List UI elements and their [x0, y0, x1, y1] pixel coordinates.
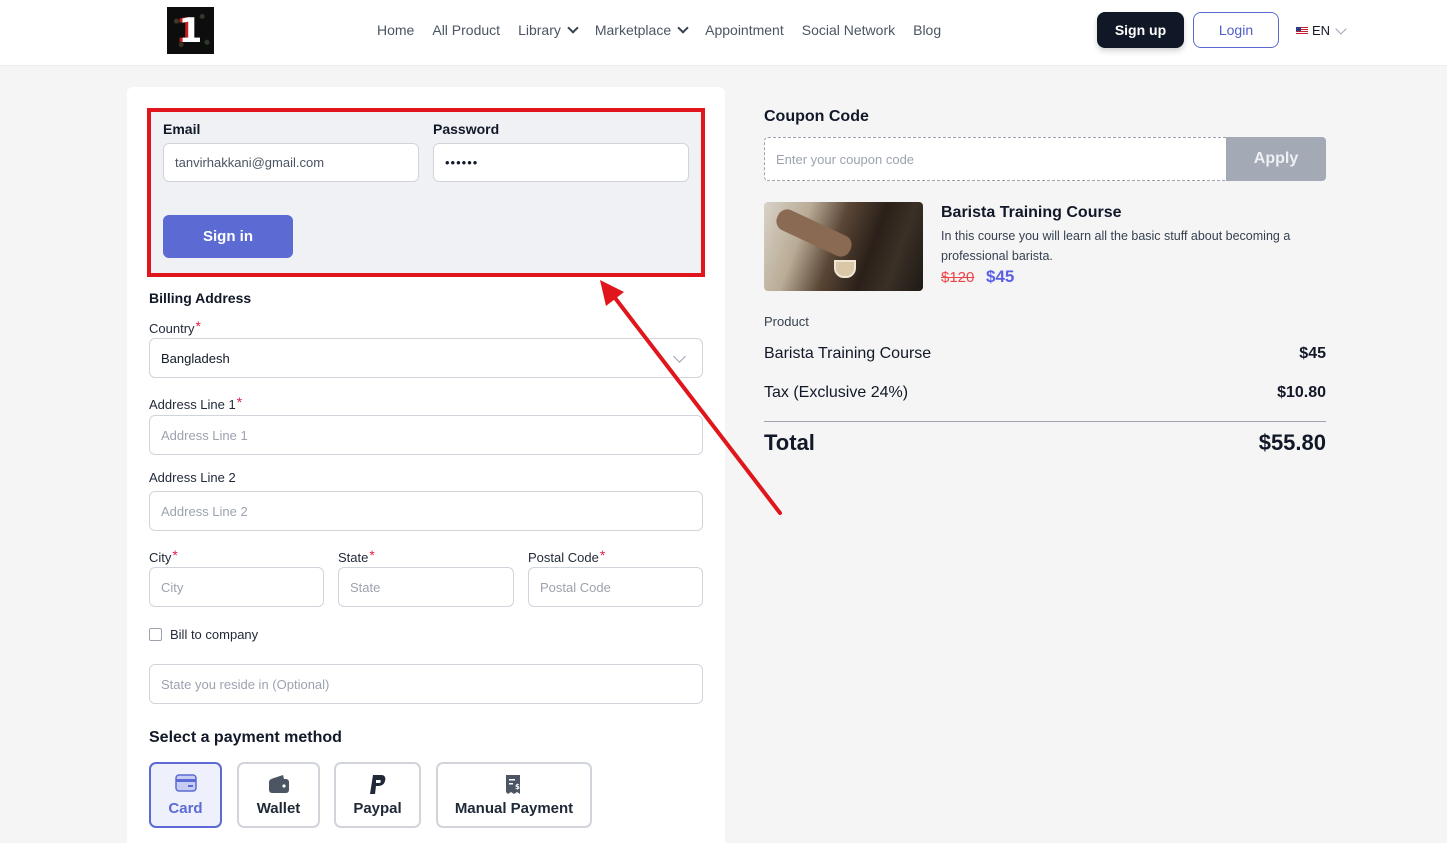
nav-marketplace[interactable]: Marketplace: [594, 21, 689, 38]
payment-manual-option[interactable]: $ Manual Payment: [436, 762, 592, 828]
country-select[interactable]: Bangladesh: [149, 338, 703, 378]
us-flag-icon: [1296, 26, 1308, 35]
chevron-down-icon: [567, 21, 579, 34]
summary-product-label: Product: [764, 314, 809, 329]
address1-input[interactable]: Address Line 1: [149, 415, 703, 455]
reside-state-input[interactable]: State you reside in (Optional): [149, 664, 703, 704]
payment-manual-label: Manual Payment: [454, 800, 574, 817]
receipt-icon: $: [506, 775, 520, 794]
site-header: 1 Home All Product Library Marketplace A…: [0, 0, 1447, 66]
language-label: EN: [1312, 23, 1331, 38]
nav-library[interactable]: Library: [518, 21, 579, 38]
city-label-text: City: [149, 550, 172, 565]
payment-paypal-label: Paypal: [353, 800, 402, 817]
course-sale-price: $45: [986, 267, 1015, 286]
required-mark: *: [236, 394, 243, 410]
login-button[interactable]: Login: [1193, 12, 1279, 48]
logo[interactable]: 1: [167, 7, 214, 54]
course-description: In this course you will learn all the ba…: [941, 229, 1291, 263]
bill-to-company-label: Bill to company: [170, 627, 259, 642]
chevron-down-icon: [1335, 22, 1347, 35]
paypal-icon: [369, 775, 385, 794]
state-input[interactable]: State: [338, 567, 514, 607]
signup-button[interactable]: Sign up: [1097, 12, 1184, 48]
summary-item-name: Barista Training Course: [764, 345, 932, 362]
password-field[interactable]: ••••••: [433, 143, 689, 182]
bill-to-company-checkbox[interactable]: [149, 628, 162, 641]
card-icon: [174, 774, 197, 792]
country-value: Bangladesh: [161, 350, 230, 366]
apply-coupon-button[interactable]: Apply: [1226, 137, 1326, 181]
required-mark: *: [599, 547, 606, 563]
postal-code-label: Postal Code*: [528, 547, 605, 565]
svg-text:$: $: [515, 783, 520, 791]
email-field[interactable]: tanvirhakkani@gmail.com: [163, 143, 419, 182]
coupon-code-input[interactable]: Enter your coupon code: [764, 137, 1227, 181]
summary-total-value: $55.80: [1258, 430, 1326, 455]
summary-total-label: Total: [764, 430, 815, 455]
required-mark: *: [195, 318, 201, 334]
postal-code-input[interactable]: Postal Code: [528, 567, 703, 607]
chevron-down-icon: [673, 350, 686, 363]
payment-method-title: Select a payment method: [149, 729, 342, 746]
summary-divider: [764, 421, 1326, 422]
payment-card-label: Card: [168, 800, 203, 817]
course-original-price: $120: [941, 269, 975, 286]
logo-text: 1: [178, 10, 203, 51]
language-selector[interactable]: EN: [1296, 22, 1347, 38]
payment-wallet-label: Wallet: [256, 800, 301, 817]
nav-library-label: Library: [518, 22, 561, 38]
required-mark: *: [172, 547, 178, 563]
course-title: Barista Training Course: [941, 204, 1122, 221]
coupon-code-title: Coupon Code: [764, 108, 869, 125]
address1-label-text: Address Line 1: [149, 397, 236, 412]
country-label: Country*: [149, 318, 201, 336]
chevron-down-icon: [677, 21, 689, 34]
address2-label: Address Line 2: [149, 470, 236, 485]
state-label: State*: [338, 547, 375, 565]
nav-appointment[interactable]: Appointment: [705, 22, 784, 38]
payment-card-option[interactable]: Card: [149, 762, 222, 828]
country-label-text: Country: [149, 321, 195, 336]
nav-home[interactable]: Home: [377, 22, 414, 38]
signin-button[interactable]: Sign in: [163, 215, 293, 258]
nav-blog[interactable]: Blog: [913, 22, 941, 38]
payment-paypal-option[interactable]: Paypal: [334, 762, 421, 828]
email-label: Email: [163, 121, 201, 137]
summary-tax-label: Tax (Exclusive 24%): [764, 384, 909, 401]
nav-all-product[interactable]: All Product: [432, 22, 500, 38]
summary-item-price: $45: [1299, 345, 1326, 362]
main-nav: Home All Product Library Marketplace App…: [377, 21, 941, 38]
wallet-icon: [268, 775, 289, 793]
course-thumbnail: [764, 202, 923, 291]
password-label: Password: [433, 121, 500, 137]
billing-address-title: Billing Address: [149, 290, 252, 306]
postal-code-label-text: Postal Code: [528, 550, 599, 565]
required-mark: *: [369, 547, 375, 563]
address2-input[interactable]: Address Line 2: [149, 491, 703, 531]
payment-wallet-option[interactable]: Wallet: [237, 762, 320, 828]
summary-tax-value: $10.80: [1277, 384, 1326, 401]
nav-marketplace-label: Marketplace: [594, 22, 672, 38]
state-label-text: State: [338, 550, 369, 565]
city-label: City*: [149, 547, 178, 565]
city-input[interactable]: City: [149, 567, 324, 607]
address1-label: Address Line 1*: [149, 394, 242, 412]
nav-social-network[interactable]: Social Network: [802, 22, 895, 38]
